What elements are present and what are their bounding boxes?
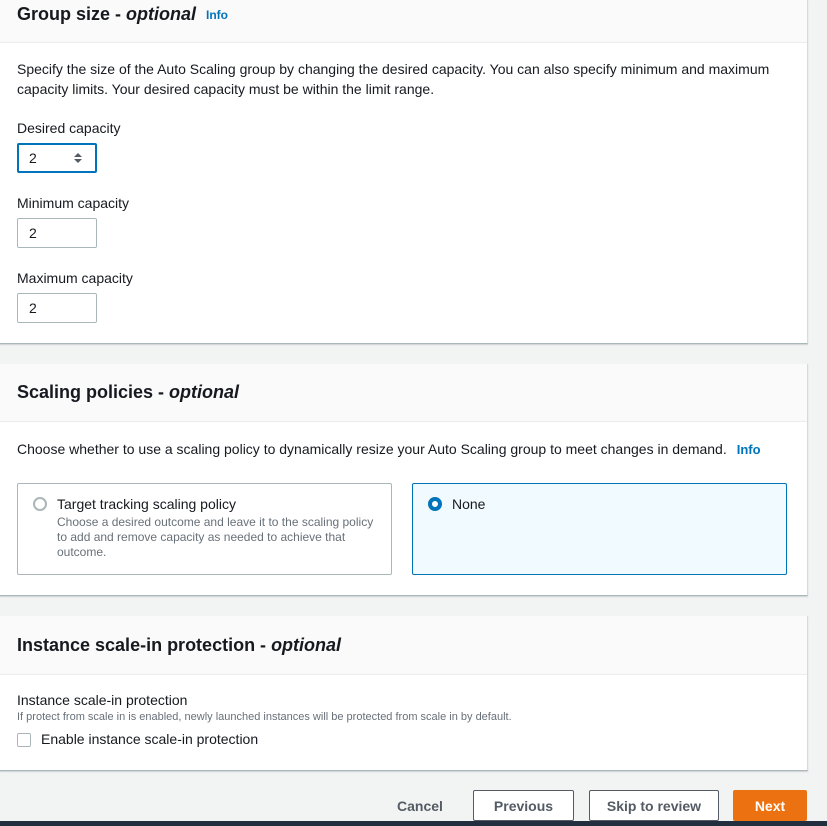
- scale-in-protection-checkbox[interactable]: [17, 733, 31, 747]
- maximum-capacity-input[interactable]: 2: [17, 293, 97, 323]
- minimum-capacity-label: Minimum capacity: [17, 195, 130, 211]
- desired-capacity-input[interactable]: 2: [17, 143, 97, 173]
- group-size-title: Group size - optional: [17, 3, 197, 24]
- skip-to-review-button[interactable]: Skip to review: [589, 790, 719, 821]
- group-size-panel: Group size - optional Info Specify the s…: [0, 0, 808, 344]
- bottom-bar: [0, 821, 827, 826]
- target-tracking-option[interactable]: Target tracking scaling policy Choose a …: [17, 483, 392, 575]
- stepper-arrows-icon[interactable]: [73, 151, 83, 165]
- scaling-policies-description-row: Choose whether to use a scaling policy t…: [17, 439, 797, 459]
- scale-in-protection-header: Instance scale-in protection - optional: [0, 616, 807, 675]
- maximum-capacity-value: 2: [29, 300, 37, 316]
- group-size-description: Specify the size of the Auto Scaling gro…: [17, 61, 770, 97]
- target-tracking-description: Choose a desired outcome and leave it to…: [57, 515, 374, 559]
- cancel-button[interactable]: Cancel: [385, 790, 455, 821]
- scale-in-protection-panel: Instance scale-in protection - optional …: [0, 616, 808, 771]
- scaling-policies-title: Scaling policies - optional: [17, 382, 240, 402]
- none-option[interactable]: None: [412, 483, 787, 575]
- scaling-policies-description: Choose whether to use a scaling policy t…: [17, 441, 727, 457]
- target-tracking-label: Target tracking scaling policy: [57, 496, 236, 512]
- maximum-capacity-label: Maximum capacity: [17, 270, 133, 286]
- scale-in-protection-title: Instance scale-in protection - optional: [17, 634, 342, 655]
- minimum-capacity-value: 2: [29, 225, 37, 241]
- none-label: None: [452, 496, 486, 512]
- scaling-policies-header: Scaling policies - optional: [0, 364, 807, 422]
- scale-in-protection-field-label: Instance scale-in protection: [17, 692, 188, 708]
- scaling-policies-info-link[interactable]: Info: [737, 442, 761, 457]
- desired-capacity-label: Desired capacity: [17, 120, 121, 136]
- scale-in-protection-field-description: If protect from scale in is enabled, new…: [17, 711, 512, 723]
- previous-button[interactable]: Previous: [473, 790, 574, 821]
- next-button[interactable]: Next: [733, 790, 807, 821]
- target-tracking-radio[interactable]: [33, 497, 47, 511]
- group-size-info-link[interactable]: Info: [206, 8, 228, 22]
- desired-capacity-value: 2: [29, 150, 37, 166]
- scale-in-protection-checkbox-label[interactable]: Enable instance scale-in protection: [41, 731, 258, 747]
- group-size-header: Group size - optional Info: [0, 0, 807, 43]
- minimum-capacity-input[interactable]: 2: [17, 218, 97, 248]
- none-radio[interactable]: [428, 497, 442, 511]
